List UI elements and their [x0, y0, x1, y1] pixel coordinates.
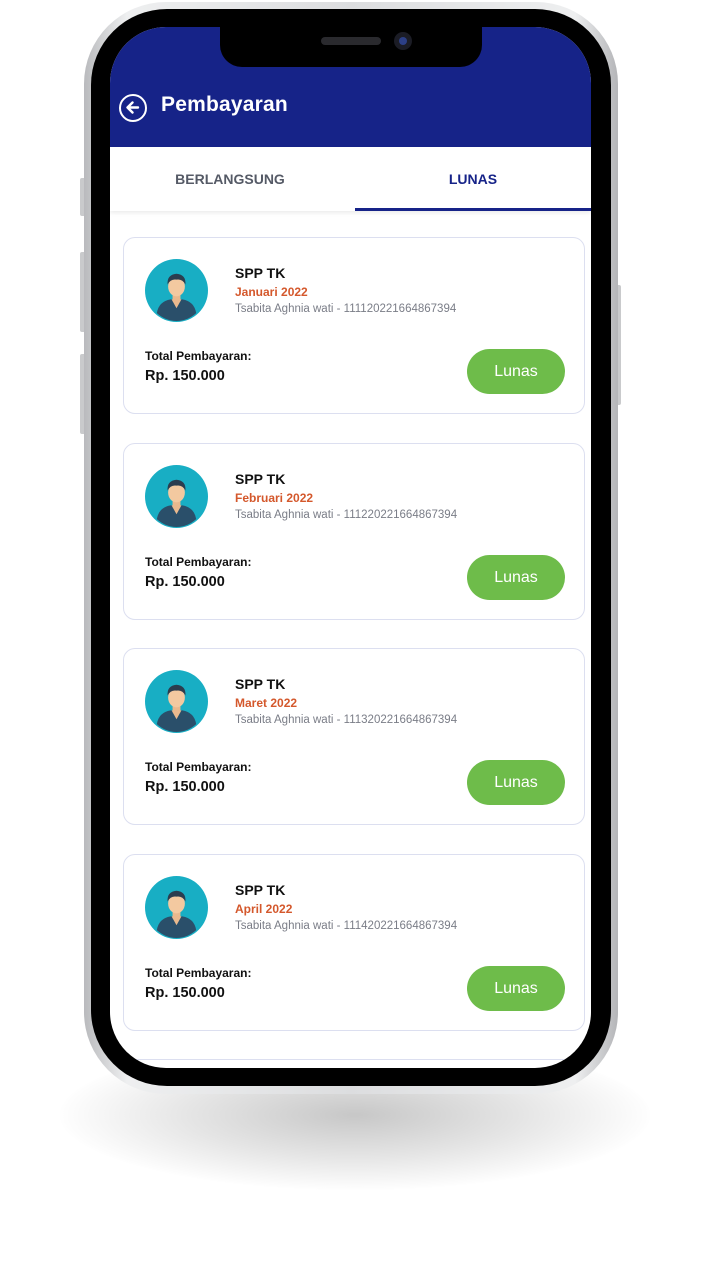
status-lunas-button[interactable]: Lunas: [467, 760, 565, 805]
payment-month: April 2022: [235, 902, 293, 916]
status-lunas-button[interactable]: Lunas: [467, 555, 565, 600]
student-name-id: Tsabita Aghnia wati - 111120221664867394: [235, 303, 457, 315]
total-label: Total Pembayaran:: [145, 555, 252, 569]
total-amount: Rp. 150.000: [145, 779, 225, 795]
total-amount: Rp. 150.000: [145, 368, 225, 384]
payment-card[interactable]: SPP TK April 2022 Tsabita Aghnia wati - …: [123, 854, 585, 1031]
payment-card[interactable]: SPP TK Januari 2022 Tsabita Aghnia wati …: [123, 237, 585, 414]
student-avatar-icon: [145, 465, 208, 528]
payment-month: Februari 2022: [235, 491, 314, 505]
total-amount: Rp. 150.000: [145, 985, 225, 1001]
payment-title: SPP TK: [235, 882, 286, 898]
student-avatar-icon: [145, 670, 208, 733]
arrow-left-icon: [126, 101, 140, 114]
student-name-id: Tsabita Aghnia wati - 111320221664867394: [235, 714, 458, 726]
phone-screen: Pembayaran BERLANGSUNG LUNAS SPP TK Janu…: [110, 27, 591, 1068]
back-button[interactable]: [119, 94, 147, 122]
student-name-id: Tsabita Aghnia wati - 111420221664867394: [235, 920, 458, 932]
student-avatar-icon: [145, 259, 208, 322]
student-avatar-icon: [145, 876, 208, 939]
total-amount: Rp. 150.000: [145, 574, 225, 590]
payment-month: Maret 2022: [235, 696, 298, 710]
speaker-grille: [321, 37, 381, 45]
status-lunas-button[interactable]: Lunas: [467, 966, 565, 1011]
payment-title: SPP TK: [235, 676, 286, 692]
total-label: Total Pembayaran:: [145, 760, 252, 774]
page-title: Pembayaran: [161, 93, 288, 116]
total-label: Total Pembayaran:: [145, 349, 252, 363]
student-name-id: Tsabita Aghnia wati - 111220221664867394: [235, 509, 458, 521]
tab-lunas[interactable]: LUNAS: [355, 147, 591, 211]
payment-card-partial[interactable]: [123, 1059, 585, 1068]
phone-notch: [220, 27, 482, 67]
payment-title: SPP TK: [235, 471, 286, 487]
payment-card[interactable]: SPP TK Februari 2022 Tsabita Aghnia wati…: [123, 443, 585, 620]
payment-card[interactable]: SPP TK Maret 2022 Tsabita Aghnia wati - …: [123, 648, 585, 825]
total-label: Total Pembayaran:: [145, 966, 252, 980]
tab-bar: BERLANGSUNG LUNAS: [110, 147, 591, 211]
payment-title: SPP TK: [235, 265, 286, 281]
front-camera: [394, 32, 412, 50]
status-lunas-button[interactable]: Lunas: [467, 349, 565, 394]
tab-berlangsung[interactable]: BERLANGSUNG: [110, 147, 350, 211]
payment-month: Januari 2022: [235, 285, 308, 299]
active-tab-indicator: [355, 208, 591, 211]
